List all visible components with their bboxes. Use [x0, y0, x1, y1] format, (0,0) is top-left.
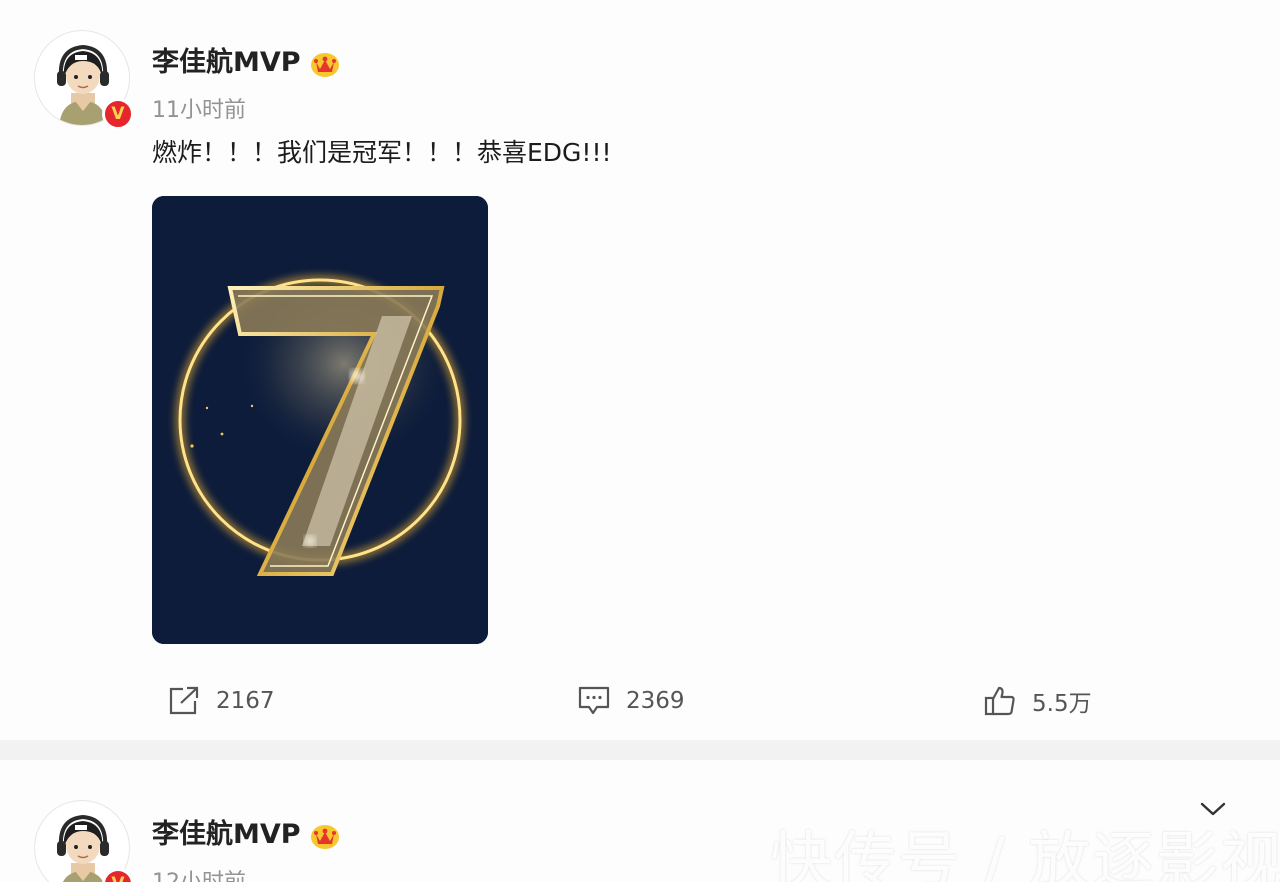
share-icon: [166, 684, 202, 718]
post-card: V 李佳航MVP 12小时前 快传号 / 放逐影视: [0, 760, 1280, 882]
comment-button[interactable]: 2369: [576, 684, 685, 718]
post-time: 12小时前: [152, 870, 246, 882]
post-time: 11小时前: [152, 98, 246, 123]
comment-icon: [576, 684, 612, 718]
author-name[interactable]: 李佳航MVP: [152, 47, 301, 79]
author-name[interactable]: 李佳航MVP: [152, 819, 301, 851]
like-count: 5.5万: [1032, 691, 1092, 717]
post-image[interactable]: [152, 196, 488, 644]
post-card: V 李佳航MVP 11小时前 燃炸！！！我们是冠军！！！恭喜EDG!!! 216…: [0, 0, 1280, 740]
repost-button[interactable]: 2167: [166, 684, 275, 718]
post-text: 燃炸！！！我们是冠军！！！恭喜EDG!!!: [152, 138, 612, 167]
watermark: 快传号 / 放逐影视: [770, 824, 1280, 882]
vip-crown-icon[interactable]: [310, 50, 340, 78]
verified-badge: V: [102, 98, 134, 130]
author-avatar[interactable]: V: [34, 800, 134, 882]
author-avatar[interactable]: V: [34, 30, 134, 130]
thumbs-up-icon: [982, 684, 1018, 718]
repost-count: 2167: [216, 688, 275, 714]
comment-count: 2369: [626, 688, 685, 714]
like-button[interactable]: 5.5万: [982, 684, 1092, 718]
vip-crown-icon[interactable]: [310, 822, 340, 850]
